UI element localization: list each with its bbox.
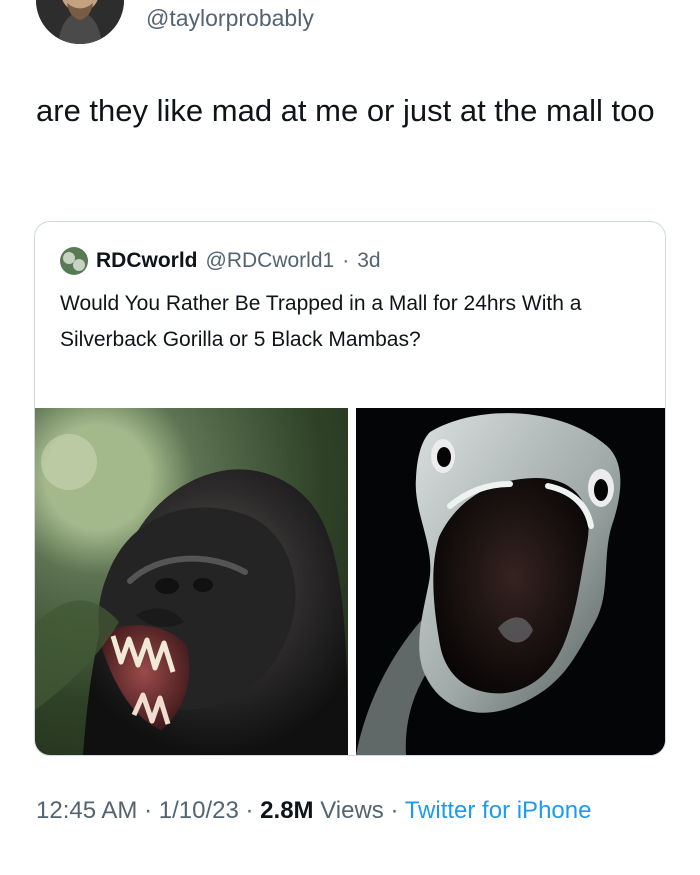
tweet-date[interactable]: 1/10/23 [159, 797, 239, 824]
metadata-separator-3: · [390, 797, 399, 824]
tweet-text: are they like mad at me or just at the m… [36, 93, 655, 128]
tweet-metadata: 12:45 AM · 1/10/23 · 2.8M Views · Twitte… [36, 792, 664, 830]
black-mamba-photo[interactable] [356, 408, 665, 755]
quoted-tweet-age[interactable]: 3d [357, 246, 380, 276]
views-label[interactable]: Views [320, 797, 384, 824]
quoted-tweet-header: RDCworld @RDCworld1 · 3d [60, 246, 381, 276]
author-handle[interactable]: @taylorprobably [146, 5, 314, 32]
profile-photo-icon [36, 0, 124, 44]
quoted-author-name[interactable]: RDCworld [96, 246, 198, 276]
tweet-time[interactable]: 12:45 AM [36, 797, 137, 824]
metadata-separator-1: · [144, 797, 153, 824]
gorilla-image-icon [35, 434, 348, 755]
quoted-tweet-card[interactable]: RDCworld @RDCworld1 · 3d Would You Rathe… [34, 221, 666, 756]
quoted-tweet-media[interactable] [35, 408, 665, 755]
gorilla-photo[interactable] [35, 408, 348, 755]
quoted-tweet-separator: · [342, 249, 350, 272]
quoted-tweet-text: Would You Rather Be Trapped in a Mall fo… [60, 292, 582, 351]
source-link[interactable]: Twitter for iPhone [405, 797, 592, 824]
quoted-author-handle[interactable]: @RDCworld1 [206, 246, 335, 276]
rdcworld-avatar-icon[interactable] [60, 247, 88, 275]
metadata-separator-2: · [245, 797, 254, 824]
snake-image-icon [356, 408, 665, 755]
author-avatar[interactable] [36, 0, 124, 44]
views-count[interactable]: 2.8M [260, 797, 313, 824]
